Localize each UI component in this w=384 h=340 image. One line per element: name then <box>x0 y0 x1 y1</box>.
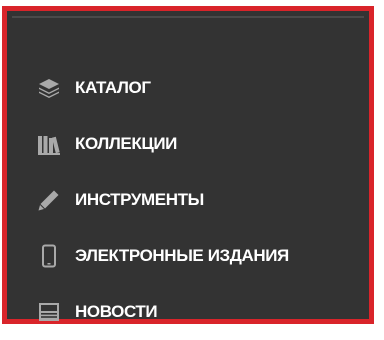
panel-top-divider <box>12 16 364 18</box>
main-menu: КАТАЛОГ КОЛЛЕКЦИИ ИНСТРУМЕНТЫ ЭЛЕКТРОННЫ… <box>37 60 377 340</box>
layers-icon <box>37 75 61 101</box>
menu-item-label: НОВОСТИ <box>75 302 158 321</box>
books-icon <box>37 131 61 157</box>
menu-panel: КАТАЛОГ КОЛЛЕКЦИИ ИНСТРУМЕНТЫ ЭЛЕКТРОННЫ… <box>2 6 374 324</box>
smartphone-icon <box>37 243 61 269</box>
menu-item-tools[interactable]: ИНСТРУМЕНТЫ <box>37 172 377 228</box>
menu-item-label: КОЛЛЕКЦИИ <box>75 134 178 153</box>
menu-item-label: КАТАЛОГ <box>75 78 151 97</box>
menu-item-catalog[interactable]: КАТАЛОГ <box>37 60 377 116</box>
menu-item-label: ИНСТРУМЕНТЫ <box>75 190 204 209</box>
menu-item-label: ЭЛЕКТРОННЫЕ ИЗДАНИЯ <box>75 246 289 265</box>
menu-item-ebooks[interactable]: ЭЛЕКТРОННЫЕ ИЗДАНИЯ <box>37 228 377 284</box>
newspaper-icon <box>37 299 61 325</box>
menu-item-collections[interactable]: КОЛЛЕКЦИИ <box>37 116 377 172</box>
menu-item-news[interactable]: НОВОСТИ <box>37 284 377 340</box>
pencil-icon <box>37 187 61 213</box>
